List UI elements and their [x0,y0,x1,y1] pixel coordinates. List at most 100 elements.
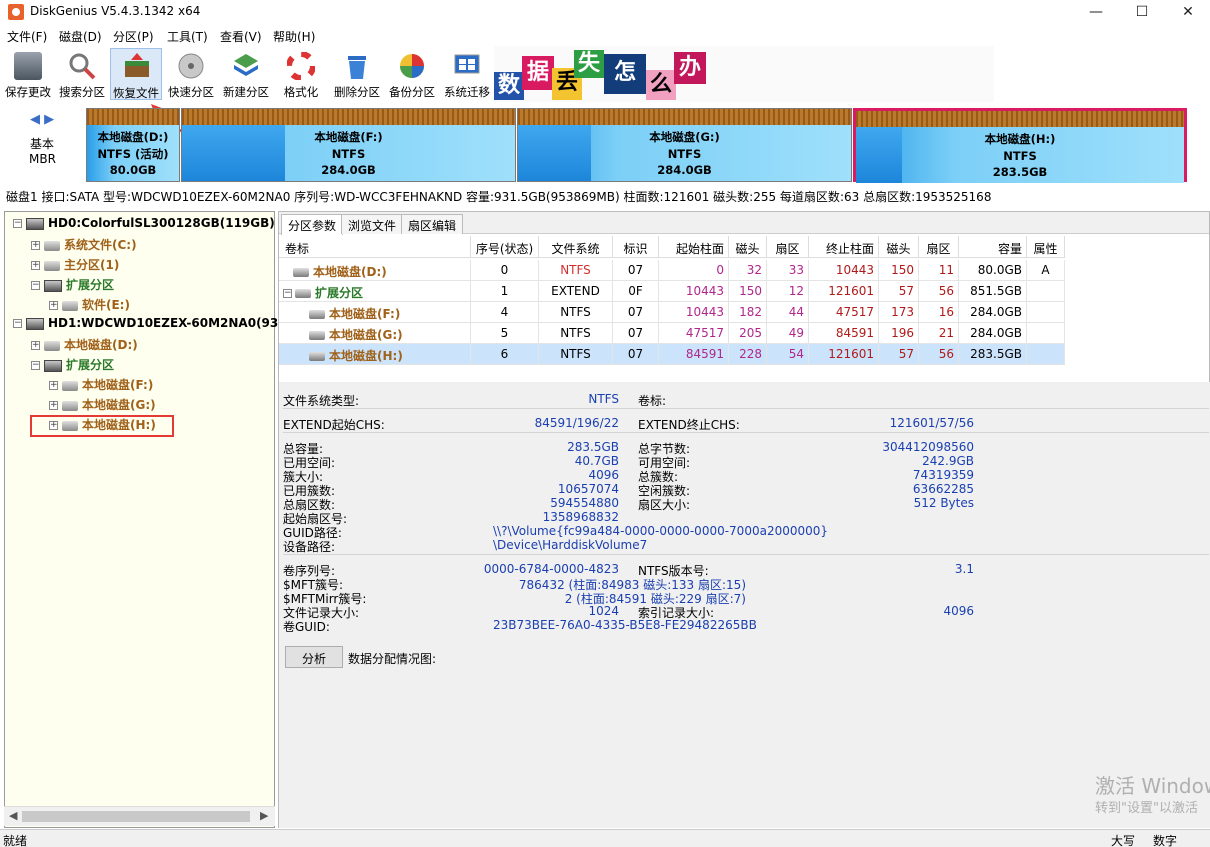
collapse-icon[interactable]: − [283,289,292,298]
maximize-button[interactable]: ☐ [1119,0,1165,24]
highlight-box [30,415,174,437]
col-header[interactable]: 起始柱面 [659,236,729,258]
tree-item-extended-hd1[interactable]: − 扩展分区 [31,356,114,374]
col-header[interactable]: 序号(状态) [471,236,539,258]
table-row-label[interactable]: 本地磁盘(D:) [279,260,471,281]
save-icon [14,52,42,80]
table-cell: 07 [613,260,659,281]
tree-item-hd0[interactable]: − HD0:ColorfulSL300128GB(119GB) [13,216,275,234]
menu-view[interactable]: 查看(V) [220,28,262,45]
new-partition-button[interactable]: 新建分区 [220,48,272,100]
col-header[interactable]: 扇区 [767,236,809,258]
analyze-button[interactable]: 分析 [285,646,343,668]
tab-browse-files[interactable]: 浏览文件 [341,214,404,234]
tree-horizontal-scrollbar[interactable]: ◀ ▶ [4,806,275,826]
table-cell: 284.0GB [959,323,1027,344]
table-row-label[interactable]: 本地磁盘(G:) [279,323,471,344]
table-cell: NTFS [539,260,613,281]
quick-partition-button[interactable]: 快速分区 [165,48,217,100]
col-header[interactable]: 扇区 [919,236,959,258]
table-row-label[interactable]: 本地磁盘(F:) [279,302,471,323]
expand-icon[interactable]: + [49,401,58,410]
disk-map: ◀ ▶ 基本 MBR 本地磁盘(D:) NTFS (活动) 80.0GB 本地磁盘(… [0,108,1210,184]
banner-char: 怎 [604,54,646,94]
menu-file[interactable]: 文件(F) [7,28,47,45]
system-migration-button[interactable]: 系统迁移 [441,48,493,100]
partition-block-h[interactable]: 本地磁盘(H:) NTFS 283.5GB [853,108,1187,183]
detail-label: 设备路径: [283,540,336,554]
collapse-icon[interactable]: − [13,319,22,328]
table-cell: 150 [879,260,919,281]
disk-icon [178,53,204,79]
col-header[interactable]: 容量 [959,236,1027,258]
col-header[interactable]: 磁头 [729,236,767,258]
menu-tools[interactable]: 工具(T) [167,28,208,45]
disk-type-label: 基本 [30,137,55,151]
table-cell: 10443 [809,260,879,281]
partition-panel: 分区参数 浏览文件 扇区编辑 卷标 序号(状态) 文件系统 标识 起始柱面 磁头… [278,211,1210,828]
col-header[interactable]: 磁头 [879,236,919,258]
scroll-left-icon[interactable]: ◀ [9,809,17,822]
tree-item-e[interactable]: + 软件(E:) [49,296,130,314]
tree-item-extended-hd0[interactable]: − 扩展分区 [31,276,114,294]
expand-icon[interactable]: + [49,301,58,310]
format-button[interactable]: 格式化 [275,48,327,100]
ad-banner[interactable]: 数 据 丢 失 怎 么 办 [494,46,994,102]
tab-partition-params[interactable]: 分区参数 [281,214,344,235]
app-logo-icon [8,4,24,20]
detail-value: 4096 [588,468,619,482]
tree-item-primary1[interactable]: + 主分区(1) [31,256,119,274]
menu-partition[interactable]: 分区(P) [113,28,154,45]
tree-item-d[interactable]: + 本地磁盘(D:) [31,336,138,354]
col-header[interactable]: 文件系统 [539,236,613,258]
save-changes-button[interactable]: 保存更改 [2,48,54,100]
expand-icon[interactable]: + [31,261,40,270]
scroll-thumb[interactable] [22,811,250,822]
num-indicator: 数字 [1153,834,1178,847]
partition-details: 文件系统类型: NTFS 卷标: EXTEND起始CHS: 84591/196/… [279,382,1210,828]
table-row-label[interactable]: 本地磁盘(H:) [279,344,471,365]
table-row-label[interactable]: − 扩展分区 [279,281,471,302]
menu-help[interactable]: 帮助(H) [273,28,315,45]
disk-nav-arrows[interactable]: ◀ ▶ [30,112,54,127]
backup-partition-button[interactable]: 备份分区 [386,48,438,100]
collapse-icon[interactable]: − [31,361,40,370]
minimize-button[interactable]: — [1073,0,1119,24]
col-header[interactable]: 属性 [1027,236,1065,258]
scroll-right-icon[interactable]: ▶ [260,809,268,822]
search-partition-button[interactable]: 搜索分区 [56,48,108,100]
close-button[interactable]: ✕ [1165,0,1210,24]
expand-icon[interactable]: + [49,381,58,390]
partition-block-f[interactable]: 本地磁盘(F:) NTFS 284.0GB [181,108,516,182]
table-cell: 16 [919,302,959,323]
table-cell: 57 [879,281,919,302]
restore-files-button[interactable]: 恢复文件 [110,48,162,100]
row-label-text: 本地磁盘(H:) [329,349,403,363]
col-header[interactable]: 卷标 [279,236,471,258]
partition-block-g[interactable]: 本地磁盘(G:) NTFS 284.0GB [517,108,852,182]
disk-tree[interactable]: − HD0:ColorfulSL300128GB(119GB) + 系统文件(C:)… [4,211,287,828]
partition-icon [44,340,60,351]
tree-item-hd1[interactable]: − HD1:WDCWD10EZEX-60M2NA0(932 [13,316,287,334]
expand-icon[interactable]: + [31,341,40,350]
table-cell: 196 [879,323,919,344]
menu-disk[interactable]: 磁盘(D) [59,28,102,45]
collapse-icon[interactable]: − [31,281,40,290]
detail-value: 283.5GB [567,440,619,454]
delete-partition-button[interactable]: 删除分区 [331,48,383,100]
status-bar: 就绪 大写 数字 [0,829,1210,847]
tree-item-c[interactable]: + 系统文件(C:) [31,236,137,254]
table-cell: 80.0GB [959,260,1027,281]
partition-table: 卷标 序号(状态) 文件系统 标识 起始柱面 磁头 扇区 终止柱面 磁头 扇区 … [279,236,1210,382]
col-header[interactable]: 终止柱面 [809,236,879,258]
collapse-icon[interactable]: − [13,219,22,228]
table-cell: 84591 [659,344,729,365]
tree-item-f[interactable]: + 本地磁盘(F:) [49,376,153,394]
tree-item-g[interactable]: + 本地磁盘(G:) [49,396,156,414]
tab-sector-edit[interactable]: 扇区编辑 [401,214,464,234]
partition-block-d[interactable]: 本地磁盘(D:) NTFS (活动) 80.0GB [86,108,180,182]
detail-label: EXTEND终止CHS: [638,418,740,432]
detail-value: 63662285 [912,482,974,496]
expand-icon[interactable]: + [31,241,40,250]
col-header[interactable]: 标识 [613,236,659,258]
